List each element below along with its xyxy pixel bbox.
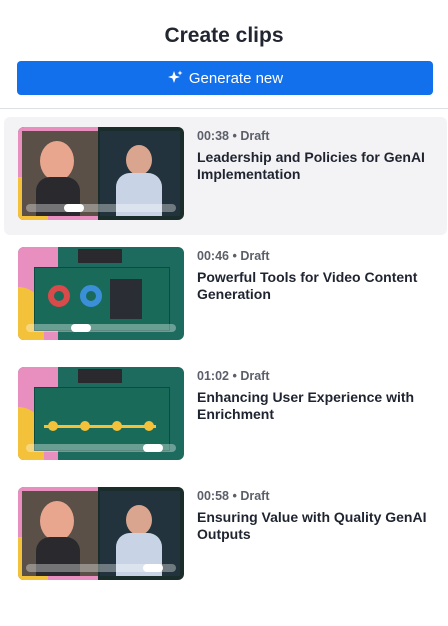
clip-duration: 00:38: [197, 129, 229, 143]
clip-meta: 01:02 • Draft: [197, 369, 270, 383]
clip-item[interactable]: 01:02 • Draft Enhancing User Experience …: [4, 357, 447, 475]
clip-duration: 00:46: [197, 249, 229, 263]
clip-thumbnail: [18, 247, 184, 340]
clip-title: Powerful Tools for Video Content Generat…: [197, 269, 418, 302]
clip-duration: 00:58: [197, 489, 229, 503]
clip-title: Ensuring Value with Quality GenAI Output…: [197, 509, 427, 542]
generate-new-button[interactable]: Generate new: [17, 61, 433, 95]
clip-status: Draft: [240, 249, 270, 263]
clip-thumbnail: [18, 127, 184, 220]
clip-title: Leadership and Policies for GenAI Implem…: [197, 149, 425, 182]
divider: [0, 108, 448, 109]
page-title: Create clips: [164, 24, 284, 47]
clip-item[interactable]: 00:46 • Draft Powerful Tools for Video C…: [4, 237, 447, 355]
sparkles-icon: [167, 70, 183, 86]
clip-status: Draft: [240, 369, 270, 383]
clip-duration: 01:02: [197, 369, 229, 383]
clip-scrubber: [26, 444, 176, 452]
clip-item[interactable]: 00:38 • Draft Leadership and Policies fo…: [4, 117, 447, 235]
clip-meta: 00:58 • Draft: [197, 489, 270, 503]
clip-item[interactable]: 00:58 • Draft Ensuring Value with Qualit…: [4, 477, 447, 595]
clip-title: Enhancing User Experience with Enrichmen…: [197, 389, 415, 422]
clip-thumbnail: [18, 367, 184, 460]
clip-scrubber: [26, 324, 176, 332]
clip-status: Draft: [240, 489, 270, 503]
clip-meta: 00:38 • Draft: [197, 129, 270, 143]
clip-scrubber: [26, 204, 176, 212]
clip-thumbnail: [18, 487, 184, 580]
generate-new-label: Generate new: [188, 69, 284, 87]
clip-meta: 00:46 • Draft: [197, 249, 270, 263]
clip-status: Draft: [240, 129, 270, 143]
clip-scrubber: [26, 564, 176, 572]
